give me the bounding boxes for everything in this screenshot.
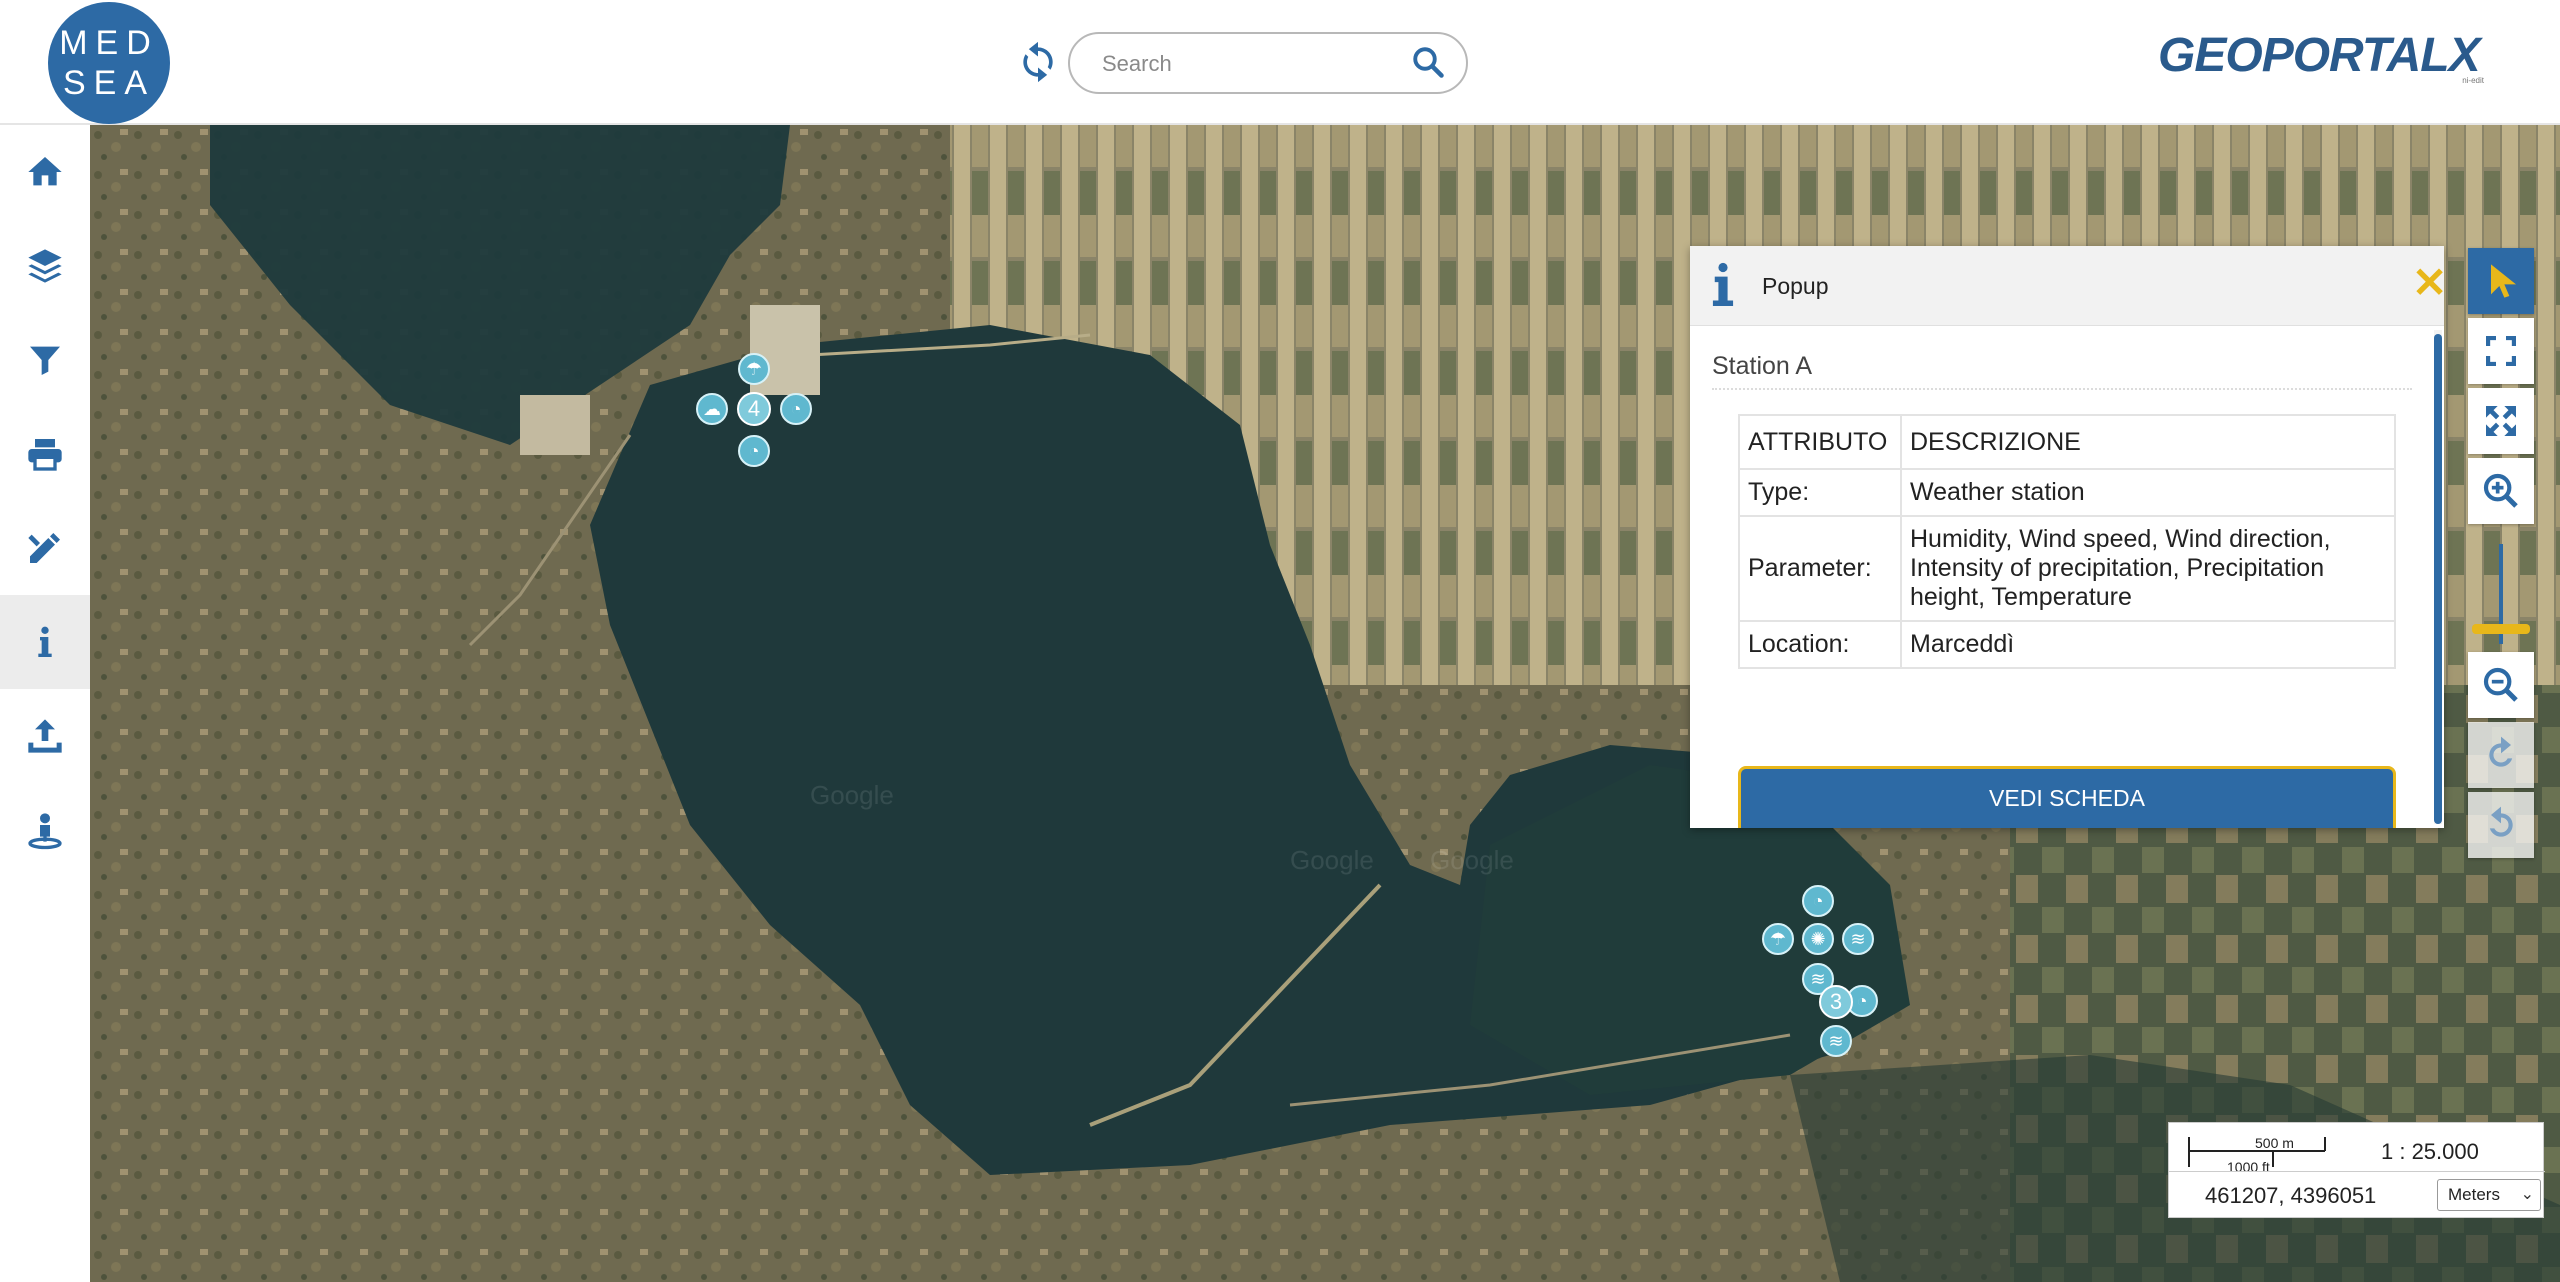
logo-line-1: MED <box>59 24 159 62</box>
logo-line-2: SEA <box>62 64 156 102</box>
search-icon[interactable] <box>1410 44 1446 80</box>
scale-ratio: 1 : 25.000 <box>2381 1139 2479 1164</box>
info-icon <box>38 626 52 657</box>
popup-title: Popup <box>1762 273 1829 299</box>
zoom-in-button[interactable] <box>2468 458 2534 524</box>
header: MED SEA GEOPORTALX ni-edit <box>0 0 2560 125</box>
fullscreen-button[interactable] <box>2468 318 2534 384</box>
table-header: DESCRIZIONE <box>1900 414 2396 470</box>
chevron-down-icon: ⌄ <box>2520 1186 2534 1203</box>
home-icon <box>28 157 62 186</box>
undo-button[interactable] <box>2468 722 2534 788</box>
info-popup: Popup ✕ Station A ATTRIBUTO DESCRIZIONE … <box>1690 246 2444 828</box>
divider <box>2169 1171 2545 1172</box>
sidebar-item-home[interactable] <box>0 125 90 219</box>
gauge-sensor-marker[interactable]: ◔ <box>1802 885 1834 917</box>
gauge-sensor-marker[interactable]: ◔ <box>780 393 812 425</box>
sidebar-item-locate[interactable] <box>0 783 90 877</box>
geoportalx-logo[interactable]: GEOPORTALX ni-edit <box>2158 28 2490 88</box>
scale-imperial: 1000 ft <box>2227 1159 2270 1175</box>
table-cell-desc: Marceddì <box>1900 620 2396 669</box>
units-select[interactable]: Meters ⌄ <box>2437 1179 2541 1211</box>
scale-bar: 500 m 1000 ft <box>2187 1131 2327 1175</box>
redo-button[interactable] <box>2468 792 2534 858</box>
sidebar-item-info[interactable] <box>0 595 90 689</box>
wifi-sensor-marker[interactable]: ≋ <box>1820 1025 1852 1057</box>
sidebar <box>0 125 90 1282</box>
wifi-sensor-marker[interactable]: ≋ <box>1842 923 1874 955</box>
weather-station-marker[interactable]: ☂ <box>738 353 770 385</box>
fullscreen-icon <box>2486 336 2516 366</box>
units-select-value: Meters <box>2448 1185 2500 1204</box>
redo-icon <box>2489 806 2513 837</box>
geoportalx-logo-text: GEOPORTALX <box>2158 29 2481 82</box>
table-row: Location: Marceddì <box>1738 620 2396 669</box>
station-name: Station A <box>1712 352 1813 380</box>
scale-metric: 500 m <box>2255 1135 2294 1151</box>
coordinates-readout: 461207, 4396051 <box>2205 1183 2377 1208</box>
map-watermark-2: Google <box>1290 845 1374 875</box>
station-cluster-2[interactable]: ◔ ☂ ✺ ≋ ≋ ◔ ≋ 3 <box>1740 885 1890 1075</box>
pointer-icon <box>2491 264 2516 298</box>
search-box <box>1068 32 1468 94</box>
sidebar-item-tools[interactable] <box>0 501 90 595</box>
map-watermark-3: Google <box>1430 845 1514 875</box>
popup-header: Popup ✕ <box>1690 246 2444 326</box>
map-watermark-1: Google <box>810 780 894 810</box>
vedi-scheda-button[interactable]: VEDI SCHEDA <box>1738 766 2396 828</box>
zoom-extent-button[interactable] <box>2468 388 2534 454</box>
sidebar-item-upload[interactable] <box>0 689 90 783</box>
zoom-out-button[interactable] <box>2468 652 2534 718</box>
medsea-logo[interactable]: MED SEA <box>48 2 170 124</box>
weather-station-marker[interactable]: ☂ <box>1762 923 1794 955</box>
table-header: ATTRIBUTO <box>1738 414 1902 470</box>
station-cluster-1[interactable]: ☂ ☁ ◔ ◔ 4 <box>696 353 816 473</box>
attribute-table: ATTRIBUTO DESCRIZIONE Type: Weather stat… <box>1738 414 2396 669</box>
zoom-slider-handle[interactable] <box>2472 624 2530 634</box>
refresh-icon[interactable] <box>1016 40 1060 84</box>
cluster-count-badge[interactable]: 4 <box>737 392 771 426</box>
gauge-sensor-marker[interactable]: ◔ <box>738 435 770 467</box>
scrollbar-thumb[interactable] <box>2434 334 2442 824</box>
divider <box>1712 388 2412 390</box>
filter-icon <box>30 346 60 375</box>
sidebar-item-print[interactable] <box>0 407 90 501</box>
cluster-count-badge[interactable]: 3 <box>1819 985 1853 1019</box>
undo-icon <box>2489 736 2513 767</box>
sidebar-item-layers[interactable] <box>0 219 90 313</box>
person-location-icon <box>28 813 62 850</box>
table-cell-desc: Humidity, Wind speed, Wind direction, In… <box>1900 515 2396 622</box>
search-input[interactable] <box>1102 48 1402 80</box>
table-cell-attr: Type: <box>1738 468 1902 517</box>
sidebar-item-filter[interactable] <box>0 313 90 407</box>
zoom-in-icon <box>2483 473 2518 508</box>
light-sensor-marker[interactable]: ✺ <box>1802 923 1834 955</box>
table-row: Type: Weather station <box>1738 468 2396 517</box>
zoom-out-icon <box>2483 667 2518 702</box>
geoportalx-logo-sub: ni-edit <box>2462 76 2484 85</box>
scale-panel: 500 m 1000 ft 1 : 25.000 461207, 4396051… <box>2168 1122 2545 1218</box>
table-row: Parameter: Humidity, Wind speed, Wind di… <box>1738 515 2396 622</box>
upload-icon <box>28 719 62 753</box>
table-cell-attr: Parameter: <box>1738 515 1902 622</box>
popup-scrollbar[interactable] <box>2434 330 2442 824</box>
print-icon <box>28 439 62 471</box>
pointer-button[interactable] <box>2468 248 2534 314</box>
zoom-extent-icon <box>2486 406 2516 436</box>
close-icon[interactable]: ✕ <box>2412 262 2444 304</box>
table-cell-desc: Weather station <box>1900 468 2396 517</box>
draw-tools-icon <box>28 533 60 563</box>
info-icon <box>1712 262 1734 306</box>
cloud-sensor-marker[interactable]: ☁ <box>696 393 728 425</box>
table-header-row: ATTRIBUTO DESCRIZIONE <box>1738 414 2396 470</box>
layers-icon <box>28 249 62 283</box>
table-cell-attr: Location: <box>1738 620 1902 669</box>
